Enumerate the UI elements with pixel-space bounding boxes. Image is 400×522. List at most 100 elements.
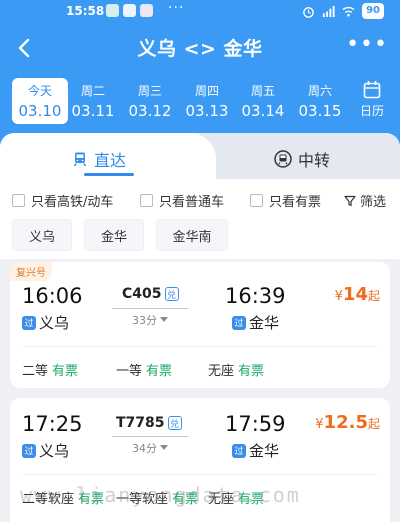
title-bar: 义乌 <> 金华 ••• xyxy=(0,30,400,66)
pass-through-badge: 过 xyxy=(232,315,246,330)
filter-available-label: 只看有票 xyxy=(269,195,322,210)
station-chip[interactable]: 金华 xyxy=(84,219,144,251)
filter-button-label: 筛选 xyxy=(359,195,386,210)
more-menu-icon[interactable]: ••• xyxy=(346,34,388,56)
arrival-station-name: 金华 xyxy=(249,442,280,460)
price: ¥ 14 起 xyxy=(335,284,380,305)
tab-bar: 直达 中转 xyxy=(0,133,400,179)
signal-icon xyxy=(323,5,335,17)
seat-availability: 二等 有票 一等 有票 无座 有票 xyxy=(22,360,382,379)
filter-high-speed[interactable]: 只看高铁/动车 xyxy=(12,191,113,210)
train-number-text: C405 xyxy=(122,286,162,302)
train-type-tag: 复兴号 xyxy=(10,262,52,281)
watermark: www.lianyongdata.com xyxy=(20,483,301,507)
transfer-icon xyxy=(274,150,292,168)
route-line xyxy=(112,436,188,437)
tab-direct[interactable]: 直达 xyxy=(72,147,126,171)
funnel-icon xyxy=(344,195,356,206)
status-bar: 15:58 ··· 90 xyxy=(0,0,400,24)
active-tab-underline xyxy=(84,173,134,176)
price-suffix: 起 xyxy=(367,417,380,431)
checkbox[interactable] xyxy=(140,194,153,207)
arrival-station-name: 金华 xyxy=(249,314,280,332)
calendar-label: 日历 xyxy=(359,104,384,118)
train-icon xyxy=(73,152,87,167)
pass-through-badge: 过 xyxy=(22,315,36,330)
train-card[interactable]: 复兴号 16:06 C405 兑 33分 16:39 ¥ 14 起 过 义乌 过… xyxy=(10,262,390,388)
seat-status: 有票 xyxy=(238,364,265,379)
date-item[interactable]: 周四 03.13 xyxy=(179,78,235,124)
date-item-today[interactable]: 今天 03.10 xyxy=(12,78,68,124)
price-symbol: ¥ xyxy=(315,417,324,432)
date-item[interactable]: 周三 03.12 xyxy=(122,78,178,124)
price-suffix: 起 xyxy=(367,289,380,303)
departure-time: 16:06 xyxy=(22,284,83,308)
price-value: 14 xyxy=(342,284,368,305)
seat-class: 二等 有票 xyxy=(22,360,78,379)
date-day: 03.10 xyxy=(18,102,62,120)
bubble-icon xyxy=(123,4,136,17)
seat-status: 有票 xyxy=(146,364,173,379)
filter-button[interactable]: 筛选 xyxy=(344,191,386,210)
pass-through-badge: 过 xyxy=(22,443,36,458)
station-chip[interactable]: 义乌 xyxy=(12,219,72,251)
date-day: 03.13 xyxy=(185,102,229,120)
duration-text: 33分 xyxy=(132,314,157,327)
calendar-icon xyxy=(363,81,381,99)
departure-station-name: 义乌 xyxy=(39,314,70,332)
date-weekday: 周五 xyxy=(250,84,275,98)
seat-class-name: 无座 xyxy=(208,364,235,379)
filter-available[interactable]: 只看有票 xyxy=(250,191,321,210)
status-more-dots: ··· xyxy=(168,0,185,16)
departure-station: 过 义乌 xyxy=(22,312,69,333)
date-item[interactable]: 周六 03.15 xyxy=(292,78,348,124)
filter-high-speed-label: 只看高铁/动车 xyxy=(31,195,114,210)
route-title: 义乌 <> 金华 xyxy=(137,38,263,60)
departure-time: 17:25 xyxy=(22,412,83,436)
route-line xyxy=(112,308,188,309)
checkbox[interactable] xyxy=(12,194,25,207)
pass-through-badge: 过 xyxy=(232,443,246,458)
train-number-text: T7785 xyxy=(116,415,165,431)
date-day: 03.14 xyxy=(241,102,285,120)
arrival-time: 17:59 xyxy=(225,412,286,436)
wifi-icon xyxy=(342,6,355,17)
calendar-button[interactable]: 日历 xyxy=(352,78,392,124)
station-chips: 义乌 金华 金华南 xyxy=(0,219,400,251)
alarm-icon xyxy=(303,6,314,18)
date-day: 03.11 xyxy=(71,102,115,120)
date-weekday: 周二 xyxy=(80,84,105,98)
wechat-icon xyxy=(106,4,119,17)
divider xyxy=(22,346,378,347)
price-symbol: ¥ xyxy=(334,289,343,304)
train-number: T7785 兑 xyxy=(116,415,182,431)
seat-class: 一等 有票 xyxy=(116,360,172,379)
date-weekday: 周三 xyxy=(137,84,162,98)
date-weekday: 周六 xyxy=(307,84,332,98)
ticket-mark-badge: 兑 xyxy=(167,416,182,430)
travel-duration: 33分 xyxy=(132,312,168,328)
date-item[interactable]: 周二 03.11 xyxy=(65,78,121,124)
train-number: C405 兑 xyxy=(122,286,179,302)
date-day: 03.15 xyxy=(298,102,342,120)
video-app-icon xyxy=(140,4,153,17)
departure-station-name: 义乌 xyxy=(39,442,70,460)
tab-transfer[interactable]: 中转 xyxy=(274,147,330,171)
station-chip[interactable]: 金华南 xyxy=(156,219,228,251)
ticket-mark-badge: 兑 xyxy=(164,287,179,301)
arrival-time: 16:39 xyxy=(225,284,286,308)
tab-transfer-label: 中转 xyxy=(298,151,331,170)
duration-text: 34分 xyxy=(132,442,157,455)
price: ¥ 12.5 起 xyxy=(315,412,380,433)
chevron-down-icon[interactable] xyxy=(160,445,168,451)
seat-class: 无座 有票 xyxy=(208,360,264,379)
date-weekday: 周四 xyxy=(194,84,219,98)
date-weekday: 今天 xyxy=(27,84,52,98)
checkbox[interactable] xyxy=(250,194,263,207)
seat-class-name: 一等 xyxy=(116,364,143,379)
arrival-station: 过 金华 xyxy=(232,440,279,461)
filter-normal-train[interactable]: 只看普通车 xyxy=(140,191,224,210)
arrival-station: 过 金华 xyxy=(232,312,279,333)
chevron-down-icon[interactable] xyxy=(160,317,168,323)
date-item[interactable]: 周五 03.14 xyxy=(235,78,291,124)
